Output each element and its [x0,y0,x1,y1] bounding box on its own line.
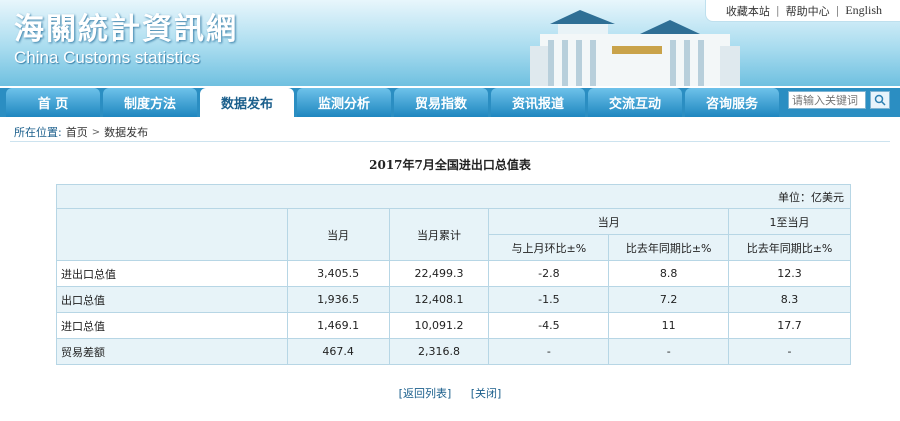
cell-ytd-yoy: 17.7 [728,312,851,339]
nav-tab-consulting[interactable]: 咨询服务 [685,88,779,117]
english-link[interactable]: English [839,3,888,18]
cell-ytd-yoy: 12.3 [728,260,851,287]
cell-yoy: 11 [608,312,730,339]
top-links-bar: 收藏本站 | 帮助中心 | English [704,0,900,22]
nav-tab-data-release[interactable]: 数据发布 [200,88,294,117]
breadcrumb-label: 所在位置: [14,126,62,139]
nav-tab-analysis[interactable]: 监测分析 [297,88,391,117]
nav-tab-interaction[interactable]: 交流互动 [588,88,682,117]
cell-ytd-yoy: 8.3 [728,286,851,313]
header-empty-cell [56,208,288,261]
cell-month: 1,469.1 [286,312,390,339]
cell-ytd-yoy: - [728,338,851,365]
header-mom: 与上月环比±% [488,234,610,261]
cell-mom: -4.5 [488,312,610,339]
breadcrumb: 所在位置: 首页 > 数据发布 [14,124,148,140]
close-link[interactable]: [关闭] [471,387,502,400]
row-name: 进出口总值 [56,260,288,287]
cell-cumulative: 22,499.3 [388,260,490,287]
header-ytd-yoy: 比去年同期比±% [728,234,851,261]
site-logo[interactable]: 海關統計資訊網 China Customs statistics [14,12,238,68]
header-group-month: 当月 [488,208,730,235]
cell-month: 3,405.5 [286,260,390,287]
header-cumulative: 当月累计 [388,208,490,261]
cell-month: 467.4 [286,338,390,365]
help-link[interactable]: 帮助中心 [780,3,836,19]
header-yoy: 比去年同期比±% [608,234,730,261]
cell-yoy: 7.2 [608,286,730,313]
page-actions: [返回列表] [关闭] [0,385,900,401]
search-icon [874,94,886,106]
trade-value-table: 单位：亿美元 当月 当月累计 当月 1至当月 与上月环比±% 比去年同期比±% … [56,184,851,365]
cell-mom: - [488,338,610,365]
site-title-en: China Customs statistics [14,48,201,67]
cell-mom: -2.8 [488,260,610,287]
table-row: 进出口总值 3,405.5 22,499.3 -2.8 8.8 12.3 [56,260,851,287]
cell-cumulative: 2,316.8 [388,338,490,365]
cell-cumulative: 12,408.1 [388,286,490,313]
favorite-link[interactable]: 收藏本站 [720,3,776,19]
main-nav-bar: 首 页 制度方法 数据发布 监测分析 贸易指数 资讯报道 交流互动 咨询服务 [0,88,900,117]
chevron-right-icon: > [91,126,101,138]
table-row: 出口总值 1,936.5 12,408.1 -1.5 7.2 8.3 [56,286,851,313]
header-group-cumulative: 1至当月 [728,208,851,235]
unit-row: 单位：亿美元 [56,184,851,209]
cell-month: 1,936.5 [286,286,390,313]
row-name: 进口总值 [56,312,288,339]
cell-yoy: 8.8 [608,260,730,287]
breadcrumb-current[interactable]: 数据发布 [104,124,148,140]
main-nav: 首 页 制度方法 数据发布 监测分析 贸易指数 资讯报道 交流互动 咨询服务 [6,88,782,117]
row-name: 出口总值 [56,286,288,313]
cell-mom: -1.5 [488,286,610,313]
unit-label: 单位：亿美元 [56,184,851,209]
cell-cumulative: 10,091.2 [388,312,490,339]
search-box [788,91,890,109]
site-header: 海關統計資訊網 China Customs statistics 收藏本站 | … [0,0,900,86]
search-input[interactable] [788,91,866,109]
table-row: 贸易差额 467.4 2,316.8 - - - [56,338,851,365]
row-name: 贸易差额 [56,338,288,365]
header-month: 当月 [286,208,390,261]
table-row: 进口总值 1,469.1 10,091.2 -4.5 11 17.7 [56,312,851,339]
nav-tab-news[interactable]: 资讯报道 [491,88,585,117]
divider [10,141,890,142]
cell-yoy: - [608,338,730,365]
nav-tab-trade-index[interactable]: 贸易指数 [394,88,488,117]
nav-tab-home[interactable]: 首 页 [6,88,100,117]
page-title: 2017年7月全国进出口总值表 [369,158,531,172]
search-button[interactable] [870,91,890,109]
nav-tab-methods[interactable]: 制度方法 [103,88,197,117]
header-row: 当月 当月累计 当月 1至当月 [56,208,851,261]
breadcrumb-home-link[interactable]: 首页 [66,124,88,140]
back-to-list-link[interactable]: [返回列表] [399,387,452,400]
site-title-cn: 海關統計資訊網 [14,12,238,47]
